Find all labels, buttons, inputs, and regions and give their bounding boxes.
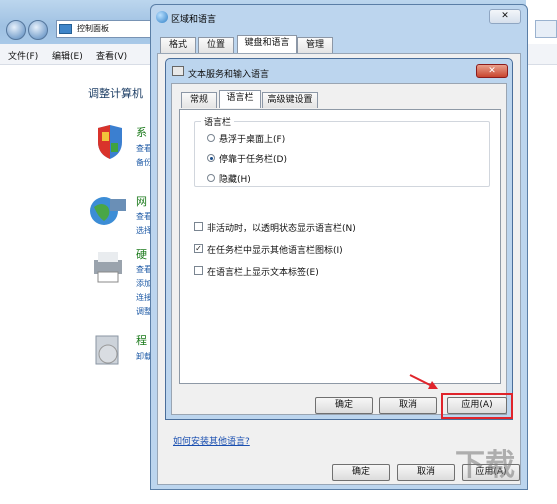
- forward-icon[interactable]: [28, 20, 48, 40]
- checkbox-transparent-label: 非活动时，以透明状态显示语言栏(N): [207, 224, 356, 234]
- checkbox-text-labels[interactable]: [194, 266, 203, 275]
- cancel-button[interactable]: 取消: [397, 464, 455, 481]
- tab-keyboards-languages[interactable]: 键盘和语言: [237, 35, 297, 53]
- text-services-dialog: 文本服务和输入语言 ✕ 常规 语言栏 高级键设置 语言栏 悬浮于桌面上(F) 停…: [165, 58, 513, 420]
- network-globe-icon: [88, 193, 128, 229]
- radio-docked[interactable]: [207, 154, 215, 162]
- search-box[interactable]: [535, 20, 557, 38]
- apply-highlight-box: 应用(A): [441, 393, 513, 419]
- watermark-logo: 下载: [455, 448, 515, 483]
- checkbox-text-labels-label: 在语言栏上显示文本标签(E): [207, 268, 319, 278]
- control-panel-icon: [59, 24, 72, 34]
- language-bar-group: 语言栏 悬浮于桌面上(F) 停靠于任务栏(D) 隐藏(H): [194, 115, 490, 187]
- apply-button[interactable]: 应用(A): [447, 397, 507, 414]
- ok-button[interactable]: 确定: [332, 464, 390, 481]
- keyboard-icon: [172, 66, 184, 76]
- category-programs-title[interactable]: 程: [136, 332, 147, 348]
- breadcrumb: 控制面板: [77, 24, 109, 33]
- tab-language-bar[interactable]: 语言栏: [219, 90, 261, 108]
- programs-icon: [88, 332, 128, 368]
- back-icon[interactable]: [6, 20, 26, 40]
- control-panel-right-area: [526, 0, 557, 504]
- tab-general[interactable]: 常规: [181, 92, 217, 108]
- menu-view[interactable]: 查看(V): [96, 49, 127, 62]
- category-system-title[interactable]: 系: [136, 124, 147, 140]
- checkbox-transparent[interactable]: [194, 222, 203, 231]
- tab-administrative[interactable]: 管理: [297, 37, 333, 53]
- close-icon[interactable]: ✕: [489, 9, 521, 24]
- tab-format[interactable]: 格式: [160, 37, 196, 53]
- radio-hidden-label: 隐藏(H): [219, 175, 251, 185]
- close-icon[interactable]: ✕: [476, 64, 508, 78]
- radio-docked-label: 停靠于任务栏(D): [219, 155, 287, 165]
- dialog-title: 区域和语言: [171, 15, 217, 25]
- install-language-link[interactable]: 如何安装其他语言?: [173, 434, 250, 447]
- language-bar-panel: 语言栏 悬浮于桌面上(F) 停靠于任务栏(D) 隐藏(H) 非活动时，以透明状态…: [179, 109, 501, 384]
- cancel-button[interactable]: 取消: [379, 397, 437, 414]
- ok-button[interactable]: 确定: [315, 397, 373, 414]
- radio-floating[interactable]: [207, 134, 215, 142]
- group-label: 语言栏: [201, 115, 235, 128]
- red-arrow-annotation: [409, 374, 438, 389]
- category-network-title[interactable]: 网: [136, 193, 147, 209]
- radio-hidden[interactable]: [207, 174, 215, 182]
- menu-edit[interactable]: 编辑(E): [52, 49, 83, 62]
- page-title: 调整计算机: [88, 87, 143, 100]
- globe-icon: [156, 11, 168, 23]
- tab-location[interactable]: 位置: [198, 37, 234, 53]
- checkbox-extra-icons[interactable]: ✓: [194, 244, 203, 253]
- tab-advanced-key-settings[interactable]: 高级键设置: [262, 92, 318, 108]
- inner-dialog-body: 常规 语言栏 高级键设置 语言栏 悬浮于桌面上(F) 停靠于任务栏(D) 隐藏(…: [171, 83, 513, 419]
- category-hardware-title[interactable]: 硬: [136, 246, 147, 262]
- shield-icon: [88, 124, 126, 160]
- inner-dialog-title: 文本服务和输入语言: [188, 70, 270, 80]
- address-bar[interactable]: 控制面板: [56, 20, 154, 38]
- printer-icon: [88, 246, 128, 286]
- checkbox-extra-icons-label: 在任务栏中显示其他语言栏图标(I): [207, 246, 343, 256]
- radio-floating-label: 悬浮于桌面上(F): [219, 135, 286, 145]
- menu-file[interactable]: 文件(F): [8, 49, 38, 62]
